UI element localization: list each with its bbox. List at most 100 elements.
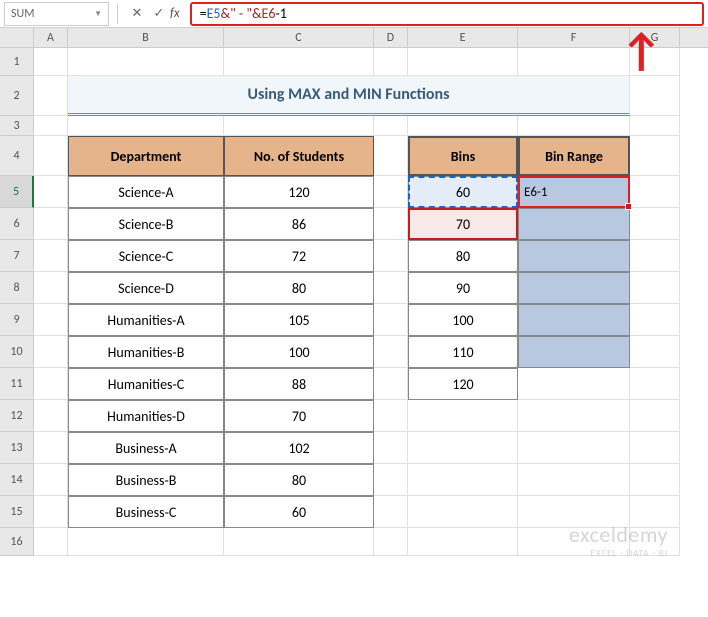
cell[interactable] [68, 116, 224, 136]
cell[interactable] [34, 136, 68, 176]
row-header-11[interactable]: 11 [0, 368, 34, 400]
col-header-F[interactable]: F [518, 28, 630, 47]
cell[interactable] [630, 76, 680, 116]
select-all-corner[interactable] [0, 28, 34, 47]
cell[interactable] [630, 432, 680, 464]
row-header-1[interactable]: 1 [0, 48, 34, 76]
cell[interactable] [224, 48, 374, 76]
binrange-cell[interactable] [518, 240, 630, 272]
col-header-C[interactable]: C [224, 28, 374, 47]
cell[interactable] [630, 368, 680, 400]
row-header-13[interactable]: 13 [0, 432, 34, 464]
cell[interactable] [374, 432, 408, 464]
cell[interactable] [630, 176, 680, 208]
binrange-cell[interactable] [518, 272, 630, 304]
col-header-A[interactable]: A [34, 28, 68, 47]
cell[interactable] [374, 136, 408, 176]
cell[interactable] [34, 48, 68, 76]
bins-header[interactable]: Bins [408, 136, 518, 176]
binrange-cell[interactable] [518, 336, 630, 368]
dept-name[interactable]: Business-C [68, 496, 224, 528]
row-header-7[interactable]: 7 [0, 240, 34, 272]
cell[interactable] [408, 400, 518, 432]
cell[interactable] [374, 496, 408, 528]
binrange-header[interactable]: Bin Range [518, 136, 630, 176]
row-header-12[interactable]: 12 [0, 400, 34, 432]
dept-name[interactable]: Business-A [68, 432, 224, 464]
dept-name[interactable]: Humanities-A [68, 304, 224, 336]
cell[interactable] [518, 116, 630, 136]
dept-name[interactable]: Humanities-C [68, 368, 224, 400]
cell[interactable] [408, 48, 518, 76]
dept-name[interactable]: Science-A [68, 176, 224, 208]
cell[interactable] [34, 240, 68, 272]
cell[interactable] [630, 304, 680, 336]
cell[interactable] [34, 464, 68, 496]
department-header[interactable]: Department [68, 136, 224, 176]
cell[interactable] [630, 400, 680, 432]
title-cell[interactable]: Using MAX and MIN Functions [68, 76, 630, 116]
active-cell-editing[interactable]: E6-1 [518, 176, 630, 208]
cell[interactable] [630, 464, 680, 496]
cell[interactable] [630, 136, 680, 176]
cell[interactable] [374, 208, 408, 240]
fx-icon[interactable]: fx [170, 6, 180, 21]
row-header-3[interactable]: 3 [0, 116, 34, 136]
row-header-8[interactable]: 8 [0, 272, 34, 304]
cell[interactable] [630, 240, 680, 272]
dept-students[interactable]: 88 [224, 368, 374, 400]
bin-value[interactable]: 110 [408, 336, 518, 368]
cell[interactable] [34, 496, 68, 528]
confirm-button[interactable]: ✓ [148, 3, 170, 25]
row-header-16[interactable]: 16 [0, 528, 34, 556]
dept-students[interactable]: 80 [224, 464, 374, 496]
cell[interactable] [408, 116, 518, 136]
row-header-9[interactable]: 9 [0, 304, 34, 336]
cell[interactable] [374, 528, 408, 556]
bin-value[interactable]: 100 [408, 304, 518, 336]
dept-students[interactable]: 70 [224, 400, 374, 432]
bin-value[interactable]: 70 [408, 208, 518, 240]
dept-name[interactable]: Science-D [68, 272, 224, 304]
cell[interactable] [630, 208, 680, 240]
students-header[interactable]: No. of Students [224, 136, 374, 176]
cell[interactable] [374, 304, 408, 336]
dept-students[interactable]: 86 [224, 208, 374, 240]
dept-name[interactable]: Science-B [68, 208, 224, 240]
dept-name[interactable]: Business-B [68, 464, 224, 496]
cell[interactable] [374, 336, 408, 368]
dept-students[interactable]: 72 [224, 240, 374, 272]
dept-name[interactable]: Humanities-D [68, 400, 224, 432]
dept-name[interactable]: Humanities-B [68, 336, 224, 368]
cell[interactable] [34, 304, 68, 336]
cell[interactable] [408, 432, 518, 464]
dept-students[interactable]: 60 [224, 496, 374, 528]
dept-students[interactable]: 80 [224, 272, 374, 304]
fill-handle[interactable] [625, 203, 632, 210]
cell[interactable] [408, 464, 518, 496]
formula-input[interactable]: =E5 & " - " & E6-1 [190, 2, 704, 26]
cell[interactable] [408, 496, 518, 528]
row-header-14[interactable]: 14 [0, 464, 34, 496]
cell[interactable] [34, 432, 68, 464]
bin-value[interactable]: 120 [408, 368, 518, 400]
cell[interactable] [34, 400, 68, 432]
dept-students[interactable]: 102 [224, 432, 374, 464]
cell[interactable] [518, 368, 630, 400]
col-header-B[interactable]: B [68, 28, 224, 47]
col-header-D[interactable]: D [374, 28, 408, 47]
row-header-2[interactable]: 2 [0, 76, 34, 116]
name-box-dropdown-icon[interactable]: ▼ [94, 9, 102, 19]
cell[interactable] [630, 336, 680, 368]
cell[interactable] [34, 336, 68, 368]
cell[interactable] [224, 528, 374, 556]
cell[interactable] [34, 272, 68, 304]
row-header-15[interactable]: 15 [0, 496, 34, 528]
cell[interactable] [34, 116, 68, 136]
cell[interactable] [518, 464, 630, 496]
cell[interactable] [374, 464, 408, 496]
cell[interactable] [374, 272, 408, 304]
cell[interactable] [518, 400, 630, 432]
binrange-cell[interactable] [518, 208, 630, 240]
cell[interactable] [518, 48, 630, 76]
